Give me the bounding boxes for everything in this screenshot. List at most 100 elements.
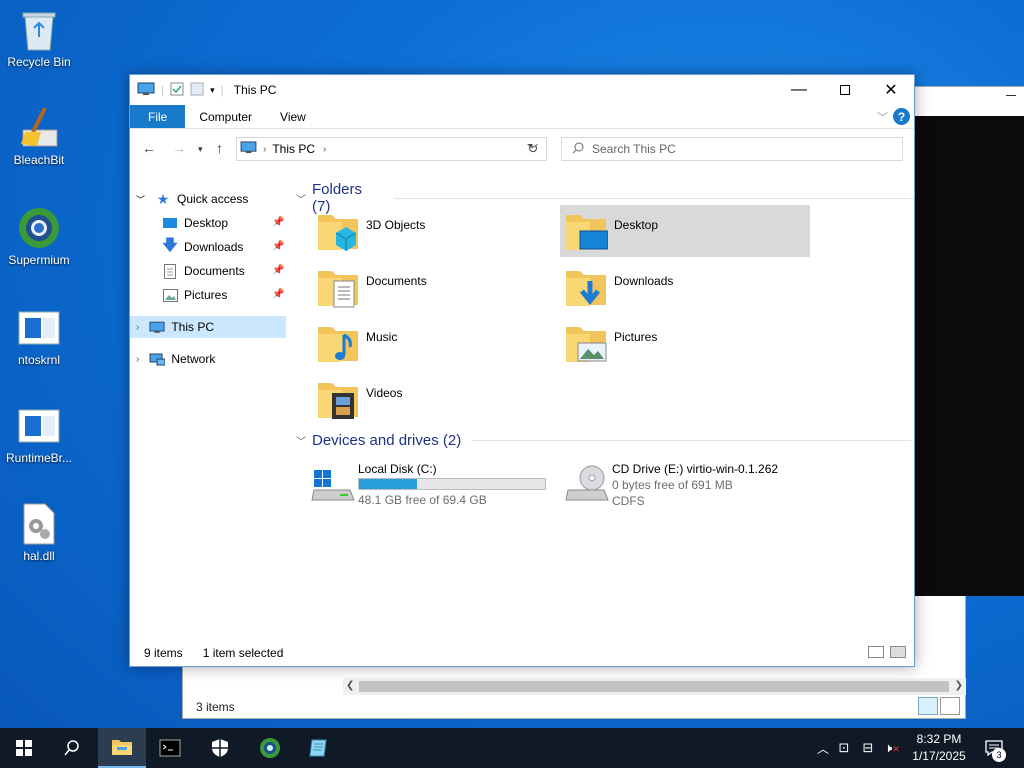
- minimize-icon[interactable]: [1006, 95, 1016, 96]
- folder-tile-documents[interactable]: Documents: [312, 261, 562, 313]
- desktop-icon-label: hal.dll: [23, 549, 55, 563]
- minimize-button[interactable]: —: [776, 75, 822, 105]
- network-icon[interactable]: ⊟: [856, 740, 880, 756]
- new-folder-icon[interactable]: [190, 82, 204, 99]
- desktop-icon-runtimebroker[interactable]: RuntimeBr...: [4, 404, 74, 465]
- chevron-right-icon[interactable]: ›: [323, 144, 326, 155]
- nav-downloads[interactable]: 🡇 Downloads: [162, 236, 243, 258]
- tab-computer[interactable]: Computer: [185, 105, 266, 128]
- taskbar-file-explorer[interactable]: [98, 728, 146, 768]
- action-center-button[interactable]: 3: [978, 728, 1010, 768]
- desktop-icon-label: BleachBit: [13, 153, 65, 167]
- quick-access-toolbar: | ▾ |: [130, 82, 224, 99]
- nav-network[interactable]: › Network: [136, 348, 215, 370]
- desktop-icon-recycle-bin[interactable]: Recycle Bin: [4, 8, 74, 69]
- up-button[interactable]: ↑: [216, 140, 223, 156]
- downloads-folder-icon: [564, 265, 608, 309]
- details-view-icon[interactable]: [918, 697, 938, 715]
- desktop-icon-supermium[interactable]: Supermium: [4, 206, 74, 267]
- network-icon: [149, 351, 166, 367]
- taskbar-supermium[interactable]: [246, 728, 294, 768]
- pin-icon[interactable]: 📌: [272, 217, 284, 228]
- pictures-icon: [162, 287, 178, 303]
- drive-free-space: 48.1 GB free of 69.4 GB: [358, 493, 487, 507]
- folder-tile-downloads[interactable]: Downloads: [560, 261, 810, 313]
- computer-icon: [240, 141, 257, 157]
- tile-label: Pictures: [614, 330, 658, 344]
- properties-icon[interactable]: [170, 82, 184, 99]
- pin-icon[interactable]: 📌: [272, 265, 284, 276]
- chevron-right-icon[interactable]: ›: [136, 322, 139, 333]
- address-bar[interactable]: › This PC › ﹀: [236, 137, 547, 161]
- scrollbar-thumb[interactable]: [359, 681, 949, 692]
- nav-label: Network: [171, 352, 216, 366]
- search-input[interactable]: [592, 142, 892, 156]
- chevron-down-icon[interactable]: ﹀: [296, 433, 306, 448]
- maximize-button[interactable]: [822, 75, 868, 105]
- qat-dropdown-icon[interactable]: ▾: [210, 85, 215, 96]
- computer-icon: [149, 319, 165, 335]
- nav-documents[interactable]: Documents: [162, 260, 245, 282]
- recent-locations-icon[interactable]: ▾: [198, 144, 203, 155]
- meet-now-icon[interactable]: ⊡: [832, 740, 856, 756]
- chevron-down-icon[interactable]: ﹀: [296, 191, 306, 206]
- scroll-left-icon[interactable]: ❮: [346, 680, 354, 691]
- desktop-icon-label: ntoskrnl: [17, 353, 61, 367]
- close-button[interactable]: ✕: [868, 75, 914, 105]
- breadcrumb-this-pc[interactable]: This PC: [272, 142, 315, 156]
- pin-icon[interactable]: 📌: [272, 241, 284, 252]
- help-icon[interactable]: ?: [893, 108, 910, 125]
- nav-quick-access[interactable]: ﹀ ★ Quick access: [136, 188, 248, 210]
- desktop-icon-ntoskrnl[interactable]: ntoskrnl: [4, 306, 74, 367]
- chevron-down-icon[interactable]: ﹀: [136, 193, 145, 206]
- forward-button[interactable]: →: [172, 140, 186, 156]
- show-hidden-icons-icon[interactable]: ︿: [814, 740, 832, 757]
- title-bar[interactable]: | ▾ | This PC — ✕: [130, 75, 914, 105]
- system-tray: ︿ ⊡ ⊟ 🕨✕: [814, 728, 904, 768]
- tile-label: Videos: [366, 386, 403, 400]
- chevron-right-icon[interactable]: ›: [263, 144, 266, 155]
- drive-tile-local-disk-c[interactable]: Local Disk (C:) 48.1 GB free of 69.4 GB: [306, 460, 556, 510]
- tab-view[interactable]: View: [266, 105, 320, 128]
- expand-ribbon-icon[interactable]: ﹀: [877, 109, 888, 125]
- volume-muted-icon[interactable]: 🕨✕: [880, 740, 904, 756]
- nav-this-pc[interactable]: › This PC: [130, 316, 286, 338]
- folder-tile-music[interactable]: Music: [312, 317, 562, 369]
- large-icons-view-icon[interactable]: [890, 646, 906, 658]
- start-button[interactable]: [0, 728, 48, 768]
- group-header-devices[interactable]: ﹀ Devices and drives (2): [296, 432, 912, 449]
- folder-tile-pictures[interactable]: Pictures: [560, 317, 810, 369]
- horizontal-scrollbar[interactable]: ❮ ❯: [343, 678, 966, 695]
- status-selection: 1 item selected: [202, 646, 284, 660]
- taskbar-command-prompt[interactable]: [146, 728, 194, 768]
- search-box[interactable]: [561, 137, 903, 161]
- broom-icon: [17, 106, 61, 150]
- desktop-icon-bleachbit[interactable]: BleachBit: [4, 106, 74, 167]
- folder-tile-videos[interactable]: Videos: [312, 373, 562, 425]
- file-icon: [17, 306, 61, 350]
- drive-tile-cd-e[interactable]: CD Drive (E:) virtio-win-0.1.262 0 bytes…: [560, 460, 810, 510]
- taskbar-app[interactable]: [294, 728, 342, 768]
- status-bar: 9 items 1 item selected: [130, 640, 914, 666]
- folder-tile-3d-objects[interactable]: 3D Objects: [312, 205, 562, 257]
- details-view-icon[interactable]: [868, 646, 884, 658]
- clock[interactable]: 8:32 PM 1/17/2025: [906, 731, 972, 765]
- pin-icon[interactable]: 📌: [272, 289, 284, 300]
- view-toggle[interactable]: [918, 697, 966, 717]
- explorer-window[interactable]: | ▾ | This PC — ✕ File Computer View ﹀ ?…: [129, 74, 915, 667]
- chevron-right-icon[interactable]: ›: [136, 354, 139, 365]
- browser-icon: [17, 206, 61, 250]
- nav-pictures[interactable]: Pictures: [162, 284, 227, 306]
- back-button[interactable]: ←: [142, 140, 156, 156]
- recycle-bin-icon: [17, 8, 61, 52]
- search-button[interactable]: [48, 728, 96, 768]
- scroll-right-icon[interactable]: ❯: [955, 680, 963, 691]
- refresh-button[interactable]: ↻: [520, 137, 547, 161]
- folder-tile-desktop[interactable]: Desktop: [560, 205, 810, 257]
- tiles-view-icon[interactable]: [940, 697, 960, 715]
- nav-desktop[interactable]: Desktop: [162, 212, 228, 234]
- terminal-icon: [159, 739, 181, 757]
- tab-file[interactable]: File: [130, 105, 186, 128]
- desktop-icon-hal-dll[interactable]: hal.dll: [4, 502, 74, 563]
- taskbar-windows-security[interactable]: [196, 728, 244, 768]
